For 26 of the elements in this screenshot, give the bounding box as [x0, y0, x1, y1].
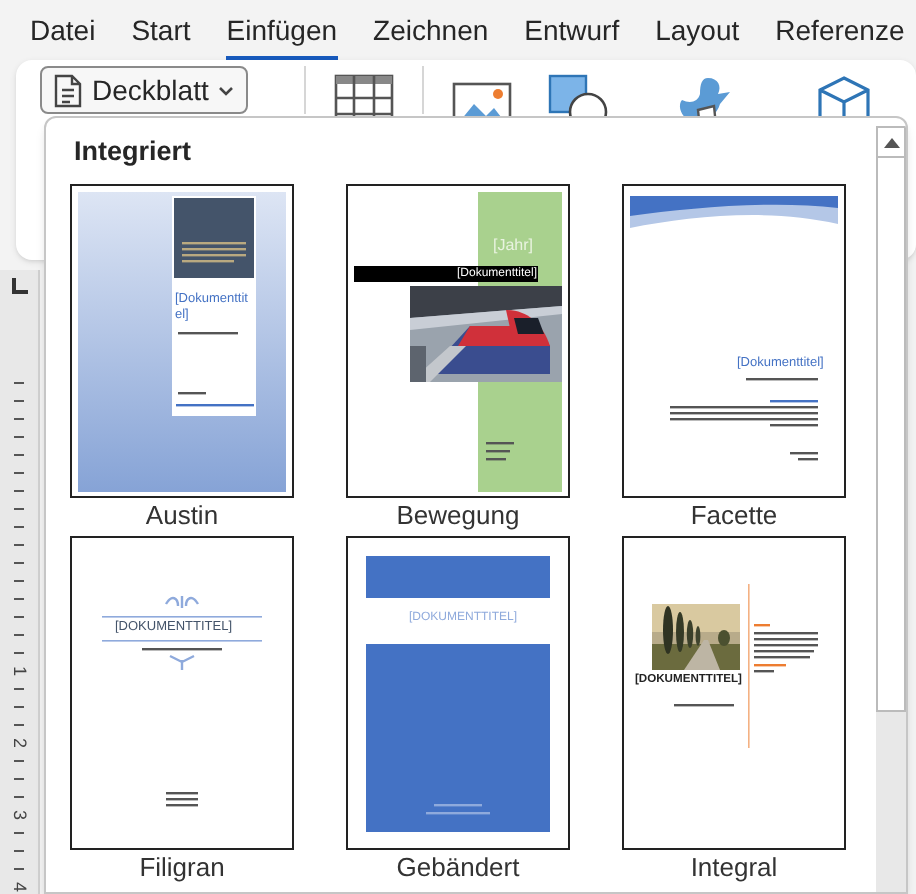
document-icon — [54, 73, 82, 107]
scroll-thumb[interactable] — [876, 158, 906, 712]
ribbon-tab[interactable]: Layout — [655, 10, 740, 62]
triangle-up-icon — [883, 137, 899, 147]
thumbnail-label: Gebändert — [396, 852, 520, 884]
thumbnail-label: Integral — [690, 852, 778, 884]
thumbnail-label: Facette — [690, 500, 778, 532]
scrollbar[interactable] — [876, 126, 906, 892]
preview-title: [Jahr] — [493, 237, 534, 253]
cover-page-button[interactable]: Deckblatt — [40, 66, 249, 114]
ribbon-tab[interactable]: Entwurf — [524, 10, 620, 62]
gallery-heading: Integriert — [74, 134, 192, 170]
thumbnail-label: Bewegung — [396, 500, 520, 532]
ruler-number: 3 — [10, 810, 28, 820]
thumbnail-label: Filigran — [139, 852, 225, 884]
ribbon-tab[interactable]: Referenze — [775, 10, 905, 62]
ribbon-tab[interactable]: Datei — [30, 10, 96, 62]
ribbon-tab[interactable]: Start — [131, 10, 191, 62]
tab-stop-icon[interactable] — [11, 278, 27, 294]
chevron-down-icon — [218, 85, 235, 95]
ruler-number: 2 — [10, 738, 28, 748]
scroll-up-button[interactable] — [876, 126, 906, 158]
ribbon-tab[interactable]: Zeichnen — [373, 10, 489, 62]
thumbnail-label: Austin — [145, 500, 219, 532]
ruler-number: 4 — [10, 882, 28, 892]
ruler-number: 1 — [10, 666, 28, 676]
